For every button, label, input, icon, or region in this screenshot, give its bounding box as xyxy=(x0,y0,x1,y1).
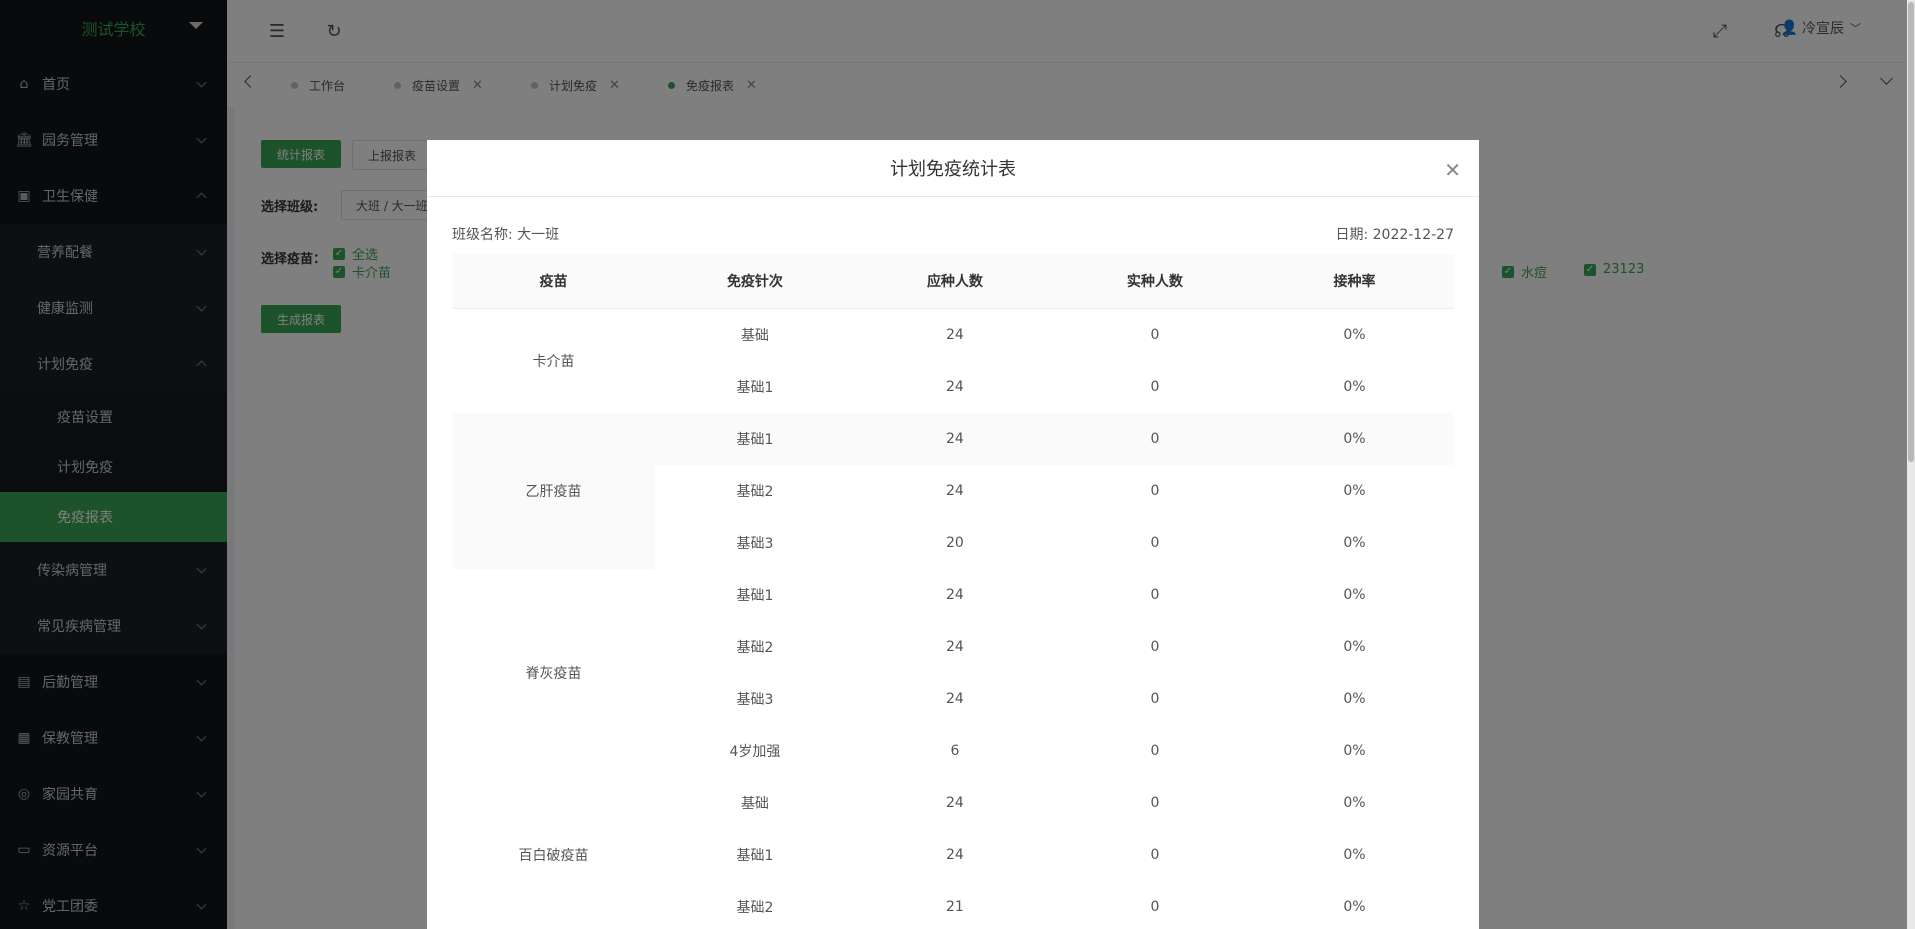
rate-cell: 0% xyxy=(1343,639,1366,655)
actual-cell: 0 xyxy=(1150,639,1160,655)
dose-cell: 基础 xyxy=(740,796,769,812)
report-modal: 计划免疫统计表 ✕ 班级名称: 大一班 日期: 2022-12-27 疫苗 免疫… xyxy=(427,140,1479,929)
expected-cell: 6 xyxy=(950,743,960,759)
dose-cell: 基础3 xyxy=(736,692,774,708)
actual-cell: 0 xyxy=(1150,795,1160,811)
dose-cell: 基础1 xyxy=(736,380,774,396)
col-vaccine: 疫苗 xyxy=(452,254,655,309)
expected-cell: 24 xyxy=(946,587,964,603)
vaccine-cell: 百白破疫苗 xyxy=(452,777,655,929)
expected-cell: 24 xyxy=(854,413,1055,465)
modal-title: 计划免疫统计表 xyxy=(890,159,1016,180)
rate-cell: 0% xyxy=(1343,899,1366,915)
vaccine-cell: 卡介苗 xyxy=(452,308,655,413)
rate-cell: 0% xyxy=(1343,587,1366,603)
expected-cell: 24 xyxy=(946,327,964,343)
close-icon[interactable]: ✕ xyxy=(1444,158,1461,182)
dose-cell: 基础1 xyxy=(654,413,855,465)
actual-cell: 0 xyxy=(1150,691,1160,707)
actual-cell: 0 xyxy=(1150,743,1160,759)
dose-cell: 基础3 xyxy=(736,536,774,552)
col-dose: 免疫针次 xyxy=(654,254,855,309)
table-row: 百白破疫苗 基础 24 0 0% xyxy=(452,777,1454,929)
table-row: 脊灰疫苗 基础1 24 0 0% xyxy=(452,569,1454,777)
dose-cell: 基础 xyxy=(740,328,769,344)
dose-cell: 基础2 xyxy=(736,900,774,916)
dose-cell: 4岁加强 xyxy=(729,744,781,760)
col-rate: 接种率 xyxy=(1254,254,1454,309)
expected-cell: 24 xyxy=(946,483,964,499)
actual-cell: 0 xyxy=(1150,379,1160,395)
date-meta: 日期: 2022-12-27 xyxy=(1335,227,1454,243)
modal-header: 计划免疫统计表 ✕ xyxy=(427,140,1479,197)
actual-cell: 0 xyxy=(1054,413,1255,465)
rate-cell: 0% xyxy=(1343,743,1366,759)
page-scrollbar[interactable] xyxy=(1907,0,1915,929)
expected-cell: 20 xyxy=(946,535,964,551)
actual-cell: 0 xyxy=(1150,899,1160,915)
actual-cell: 0 xyxy=(1150,535,1160,551)
expected-cell: 24 xyxy=(946,639,964,655)
vaccine-cell: 乙肝疫苗 xyxy=(452,413,655,569)
expected-cell: 24 xyxy=(946,847,964,863)
rate-cell: 0% xyxy=(1343,847,1366,863)
immunization-table: 疫苗 免疫针次 应种人数 实种人数 接种率 卡介苗 基础 24 0 0% 基础1 24 0 0%… xyxy=(452,254,1454,929)
table-row: 乙肝疫苗 基础1 24 0 0% xyxy=(452,413,1454,569)
rate-cell: 0% xyxy=(1343,795,1366,811)
actual-cell: 0 xyxy=(1150,847,1160,863)
col-actual: 实种人数 xyxy=(1054,254,1255,309)
actual-cell: 0 xyxy=(1150,327,1160,343)
actual-cell: 0 xyxy=(1150,587,1160,603)
dose-cell: 基础2 xyxy=(736,640,774,656)
rate-cell: 0% xyxy=(1343,691,1366,707)
expected-cell: 21 xyxy=(946,899,964,915)
dose-cell: 基础1 xyxy=(736,848,774,864)
table-header-row: 疫苗 免疫针次 应种人数 实种人数 接种率 xyxy=(452,254,1454,309)
actual-cell: 0 xyxy=(1150,483,1160,499)
dose-cell: 基础2 xyxy=(736,484,774,500)
rate-cell: 0% xyxy=(1343,379,1366,395)
scrollbar-thumb[interactable] xyxy=(1908,2,1914,462)
dose-cell: 基础1 xyxy=(736,588,774,604)
col-expected: 应种人数 xyxy=(854,254,1055,309)
class-name-meta: 班级名称: 大一班 xyxy=(452,227,560,243)
rate-cell: 0% xyxy=(1343,327,1366,343)
rate-cell: 0% xyxy=(1343,483,1366,499)
vaccine-cell: 脊灰疫苗 xyxy=(452,569,655,777)
expected-cell: 24 xyxy=(946,795,964,811)
expected-cell: 24 xyxy=(946,379,964,395)
rate-cell: 0% xyxy=(1254,413,1454,465)
expected-cell: 24 xyxy=(946,691,964,707)
table-row: 卡介苗 基础 24 0 0% xyxy=(452,308,1454,413)
rate-cell: 0% xyxy=(1343,535,1366,551)
